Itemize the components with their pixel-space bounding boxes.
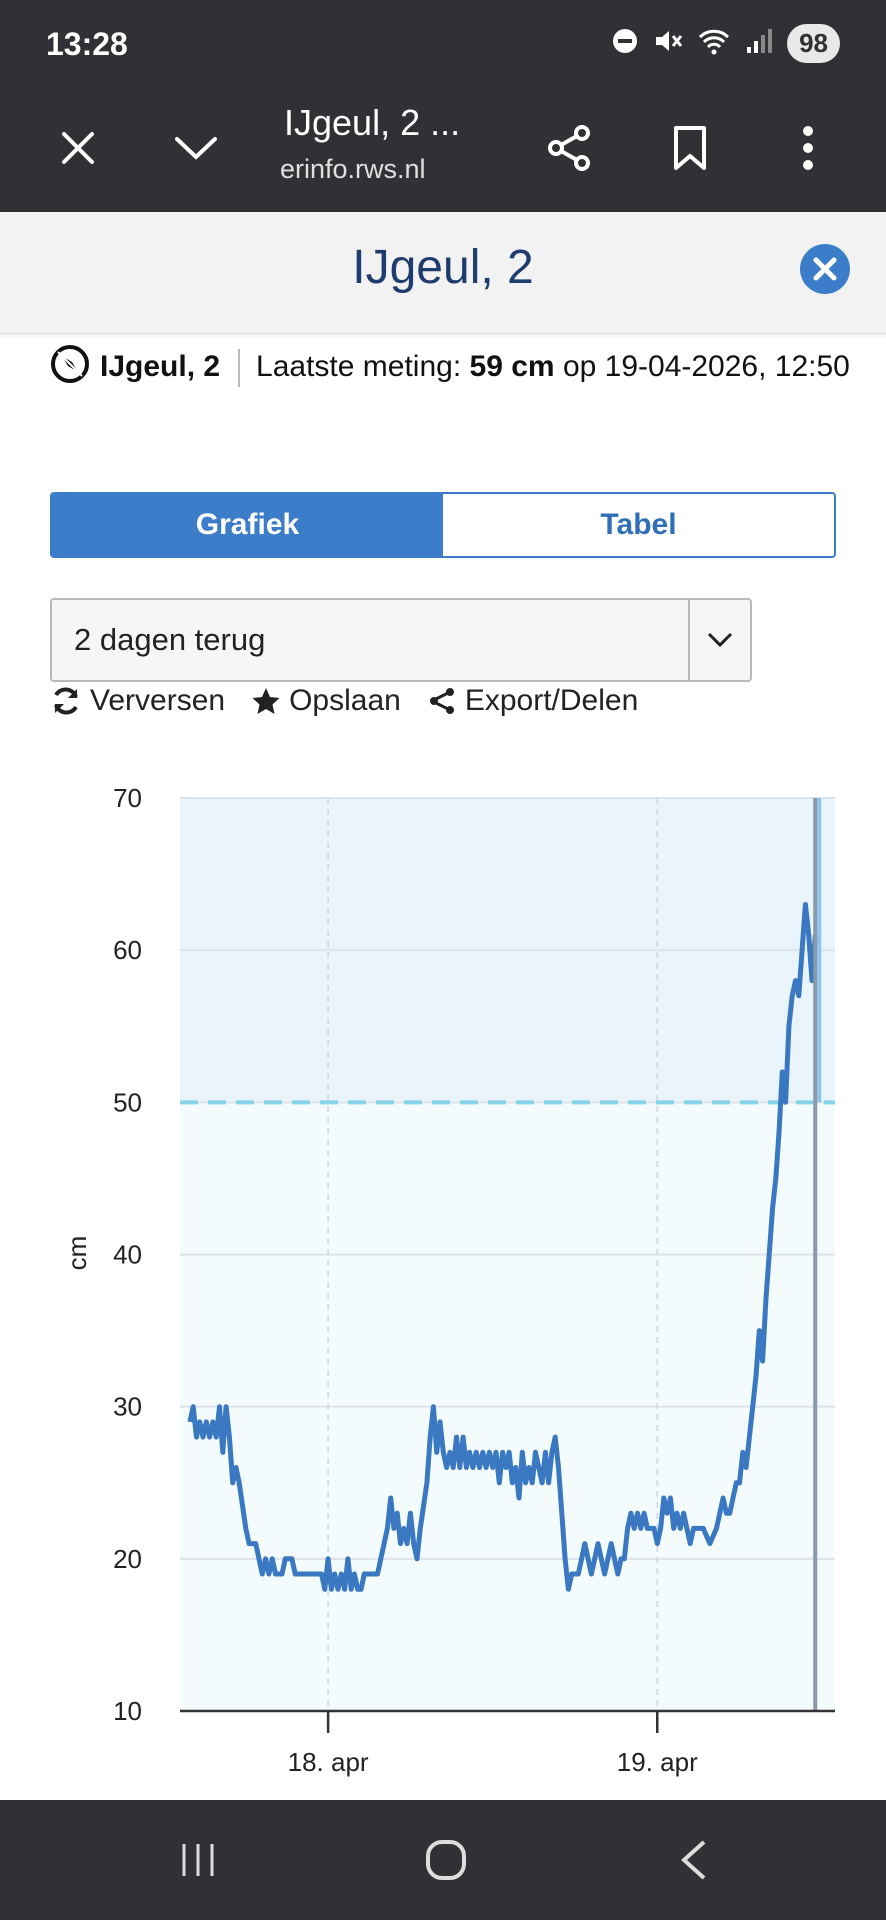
- chart-actions: Verversen Opslaan Export/Delen: [50, 684, 638, 718]
- recent-apps-icon[interactable]: [168, 1830, 228, 1890]
- toolbar-title[interactable]: IJgeul, 2 ...: [284, 102, 460, 144]
- info-divider: [238, 349, 241, 388]
- x-tick-label: 18. apr: [288, 1747, 369, 1777]
- more-icon[interactable]: [778, 118, 838, 178]
- tab-tabel[interactable]: Tabel: [443, 494, 834, 556]
- x-tick-label: 19. apr: [617, 1747, 698, 1777]
- status-bar: 13:28 98: [0, 0, 886, 84]
- share-icon: [429, 688, 454, 714]
- star-icon: [252, 688, 280, 714]
- share-icon[interactable]: [540, 118, 600, 178]
- do-not-disturb-icon: [611, 27, 639, 60]
- export-label: Export/Delen: [464, 684, 639, 717]
- y-tick-label: 40: [113, 1240, 142, 1270]
- page-title: IJgeul, 2: [352, 241, 534, 294]
- view-tabs: Grafiek Tabel: [50, 492, 836, 558]
- measurement-op: op: [562, 350, 597, 383]
- battery-indicator: 98: [787, 24, 840, 63]
- refresh-label: Verversen: [90, 684, 226, 717]
- y-tick-label: 50: [113, 1087, 142, 1117]
- compass-icon: [51, 345, 89, 383]
- refresh-button[interactable]: Verversen: [50, 684, 225, 718]
- mute-icon: [653, 27, 683, 60]
- export-button[interactable]: Export/Delen: [427, 684, 638, 718]
- measurement-datetime: 19-04-2026, 12:50: [604, 350, 850, 383]
- panel-header: IJgeul, 2: [0, 212, 886, 334]
- y-tick-label: 10: [113, 1696, 142, 1726]
- status-time: 13:28: [46, 26, 128, 62]
- bookmark-icon[interactable]: [660, 118, 720, 178]
- save-button[interactable]: Opslaan: [251, 684, 401, 718]
- signal-icon: [745, 27, 773, 60]
- back-icon[interactable]: [664, 1830, 724, 1890]
- range-select-value: 2 dagen terug: [74, 622, 266, 657]
- wifi-icon: [697, 27, 731, 60]
- toolbar-url[interactable]: erinfo.rws.nl: [280, 154, 426, 185]
- last-measurement-value: 59 cm: [469, 350, 555, 383]
- refresh-icon: [54, 687, 78, 715]
- chevron-down-icon[interactable]: [166, 118, 226, 178]
- close-icon[interactable]: [48, 118, 108, 178]
- close-icon: [813, 257, 837, 281]
- chevron-down-icon[interactable]: [688, 600, 750, 680]
- save-label: Opslaan: [289, 684, 401, 717]
- system-nav-bar: [0, 1800, 886, 1920]
- y-tick-label: 70: [113, 783, 142, 813]
- range-select[interactable]: 2 dagen terug: [50, 598, 752, 682]
- y-axis-label: cm: [62, 1236, 92, 1271]
- status-icons: 98: [611, 24, 840, 63]
- tab-grafiek[interactable]: Grafiek: [52, 494, 443, 556]
- location-name: IJgeul, 2: [100, 350, 221, 383]
- last-measurement-label: Laatste meting:: [256, 350, 462, 383]
- y-tick-label: 60: [113, 935, 142, 965]
- water-level-chart: 10 20 30 40 50 60 70 18. apr 19. apr cm: [62, 783, 835, 1777]
- panel-close-button[interactable]: [800, 244, 850, 294]
- browser-toolbar: IJgeul, 2 ... erinfo.rws.nl: [0, 84, 886, 212]
- current-time-highlight: [817, 798, 822, 1103]
- measurement-info: IJgeul, 2 Laatste meting: 59 cm op 19-04-…: [50, 344, 850, 388]
- y-tick-label: 20: [113, 1544, 142, 1574]
- home-icon[interactable]: [416, 1830, 476, 1890]
- y-tick-label: 30: [113, 1392, 142, 1422]
